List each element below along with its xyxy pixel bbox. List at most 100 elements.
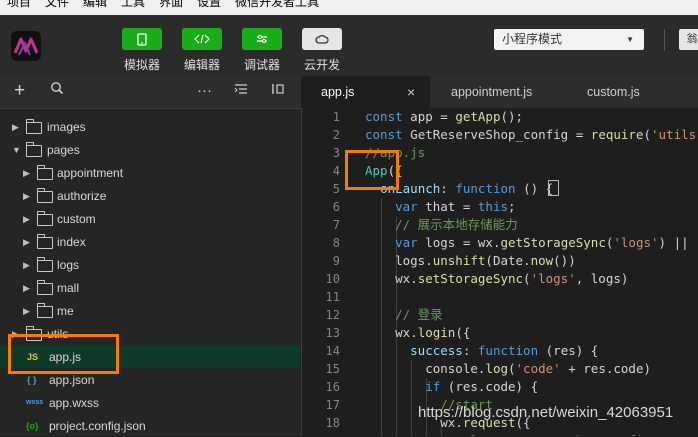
caret-down-icon: ▼ bbox=[626, 35, 634, 44]
debugger-button[interactable] bbox=[242, 28, 282, 50]
tree-item-label: authorize bbox=[57, 189, 107, 203]
folder-open-icon bbox=[26, 142, 42, 157]
explorer-toolbar: + ··· bbox=[0, 76, 301, 109]
line-number: 9 bbox=[332, 254, 340, 268]
chevron-down-icon: ▼ bbox=[12, 145, 21, 155]
tree-item-label: app.wxss bbox=[49, 396, 100, 410]
editor-tabs: app.js × appointment.js custom.js bbox=[301, 76, 698, 109]
code-line: wx.login({ bbox=[365, 325, 471, 340]
tree-folder-pages[interactable]: ▼ pages bbox=[0, 139, 300, 161]
tree-item-label: custom bbox=[57, 212, 96, 226]
menu-view[interactable]: 界面 bbox=[159, 0, 183, 8]
tab-label: app.js bbox=[321, 85, 355, 99]
mode-select[interactable]: 小程序模式 ▼ bbox=[494, 29, 644, 50]
menu-settings[interactable]: 设置 bbox=[197, 0, 221, 8]
tab-custom-js[interactable]: custom.js bbox=[567, 76, 698, 108]
code-line: // 登录 bbox=[395, 307, 443, 322]
line-number: 7 bbox=[332, 218, 340, 232]
menubar: 项目 文件 编辑 工具 界面 设置 微信开发者工具 bbox=[0, 0, 698, 15]
code-line: if (res.code) { bbox=[425, 379, 539, 394]
close-icon[interactable]: × bbox=[407, 76, 415, 108]
folder-icon bbox=[37, 280, 53, 295]
menu-edit[interactable]: 编辑 bbox=[83, 0, 107, 8]
logo-icon bbox=[13, 37, 39, 56]
line-number: 14 bbox=[325, 344, 340, 358]
code-line: logs.unshift(Date.now()) bbox=[365, 253, 576, 268]
tree-folder-appointment[interactable]: ▶ appointment bbox=[0, 162, 300, 184]
folder-icon bbox=[37, 257, 53, 272]
simulator-label: 模拟器 bbox=[123, 58, 160, 72]
tree-item-label: project.config.json bbox=[49, 419, 146, 433]
tree-item-label: appointment bbox=[57, 166, 124, 180]
config-file-icon: {o} bbox=[26, 421, 39, 431]
code-icon bbox=[194, 34, 210, 44]
code-line: var that = this; bbox=[395, 199, 516, 214]
tree-folder-me[interactable]: ▶ me bbox=[0, 300, 300, 322]
mode-select-value: 小程序模式 bbox=[502, 32, 563, 46]
tree-folder-logs[interactable]: ▶ logs bbox=[0, 254, 300, 276]
line-number: 10 bbox=[325, 272, 340, 286]
tree-folder-index[interactable]: ▶ index bbox=[0, 231, 300, 253]
editor-label: 编辑器 bbox=[183, 58, 220, 72]
line-number: 19 bbox=[302, 432, 340, 436]
cloud-dev-button[interactable] bbox=[302, 28, 342, 50]
chevron-right-icon: ▶ bbox=[23, 191, 30, 201]
code-line: success: function (res) { bbox=[410, 343, 599, 358]
simulator-button[interactable] bbox=[122, 28, 162, 50]
line-number: 3 bbox=[332, 146, 340, 160]
line-number: 6 bbox=[332, 200, 340, 214]
toolbar: 模拟器 编辑器 调试器 云开发 小程序模式 ▼ 翁 bbox=[0, 15, 698, 76]
code-line: wx.setStorageSync('logs', logs) bbox=[365, 271, 629, 286]
line-number: 2 bbox=[332, 128, 340, 142]
tab-label: custom.js bbox=[587, 85, 640, 99]
more-icon[interactable]: ··· bbox=[197, 81, 212, 101]
line-number: 1 bbox=[332, 110, 340, 124]
menu-wechat-devtools[interactable]: 微信开发者工具 bbox=[235, 0, 319, 8]
tree-item-label: images bbox=[47, 120, 86, 134]
annotation-highlight-app-js bbox=[8, 334, 119, 374]
editor-button[interactable] bbox=[182, 28, 222, 50]
chevron-right-icon: ▶ bbox=[23, 214, 30, 224]
tree-folder-images[interactable]: ▶ images bbox=[0, 116, 300, 138]
folder-icon bbox=[37, 165, 53, 180]
code-line: const app = getApp(); bbox=[365, 109, 524, 124]
line-number: 4 bbox=[332, 164, 340, 178]
tree-item-label: logs bbox=[57, 258, 80, 272]
app-logo bbox=[11, 31, 41, 61]
cloud-dev-label: 云开发 bbox=[303, 58, 340, 72]
chevron-right-icon: ▶ bbox=[23, 168, 30, 178]
tree-folder-custom[interactable]: ▶ custom bbox=[0, 208, 300, 230]
add-icon[interactable]: + bbox=[14, 81, 25, 101]
extra-toolbar-button[interactable]: 翁 bbox=[679, 29, 698, 50]
search-icon[interactable] bbox=[50, 81, 64, 101]
watermark: https://blog.csdn.net/weixin_42063951 bbox=[418, 404, 674, 421]
tree-file-project-config[interactable]: {o} project.config.json bbox=[0, 415, 300, 437]
tab-app-js[interactable]: app.js × bbox=[301, 76, 430, 108]
chevron-right-icon: ▶ bbox=[23, 260, 30, 270]
tab-label: appointment.js bbox=[451, 85, 533, 99]
chevron-right-icon: ▶ bbox=[23, 306, 30, 316]
tree-folder-authorize[interactable]: ▶ authorize bbox=[0, 185, 300, 207]
collapse-all-icon[interactable] bbox=[234, 81, 248, 101]
tree-folder-mall[interactable]: ▶ mall bbox=[0, 277, 300, 299]
debugger-label: 调试器 bbox=[243, 58, 280, 72]
menu-file[interactable]: 文件 bbox=[45, 0, 69, 8]
layout-toggle-icon[interactable] bbox=[271, 81, 285, 101]
tree-item-label: pages bbox=[47, 143, 80, 157]
code-line: console.log('code' + res.code) bbox=[365, 361, 651, 376]
line-number: 5 bbox=[332, 182, 340, 196]
tab-appointment-js[interactable]: appointment.js bbox=[431, 76, 566, 108]
line-number: 13 bbox=[325, 326, 340, 340]
menu-project[interactable]: 项目 bbox=[7, 0, 31, 8]
code-line: const GetReserveShop_config = require('u… bbox=[365, 127, 697, 142]
wxss-file-icon: wxss bbox=[26, 399, 44, 406]
cloud-icon bbox=[315, 35, 329, 44]
tree-file-app-wxss[interactable]: wxss app.wxss bbox=[0, 392, 300, 414]
line-number: 16 bbox=[325, 380, 340, 394]
line-number: 8 bbox=[332, 236, 340, 250]
tree-item-label: mall bbox=[57, 281, 80, 295]
folder-icon bbox=[26, 119, 42, 134]
line-number: 11 bbox=[325, 290, 340, 304]
code-line: // 展示本地存储能力 bbox=[395, 217, 518, 232]
menu-tools[interactable]: 工具 bbox=[121, 0, 145, 8]
